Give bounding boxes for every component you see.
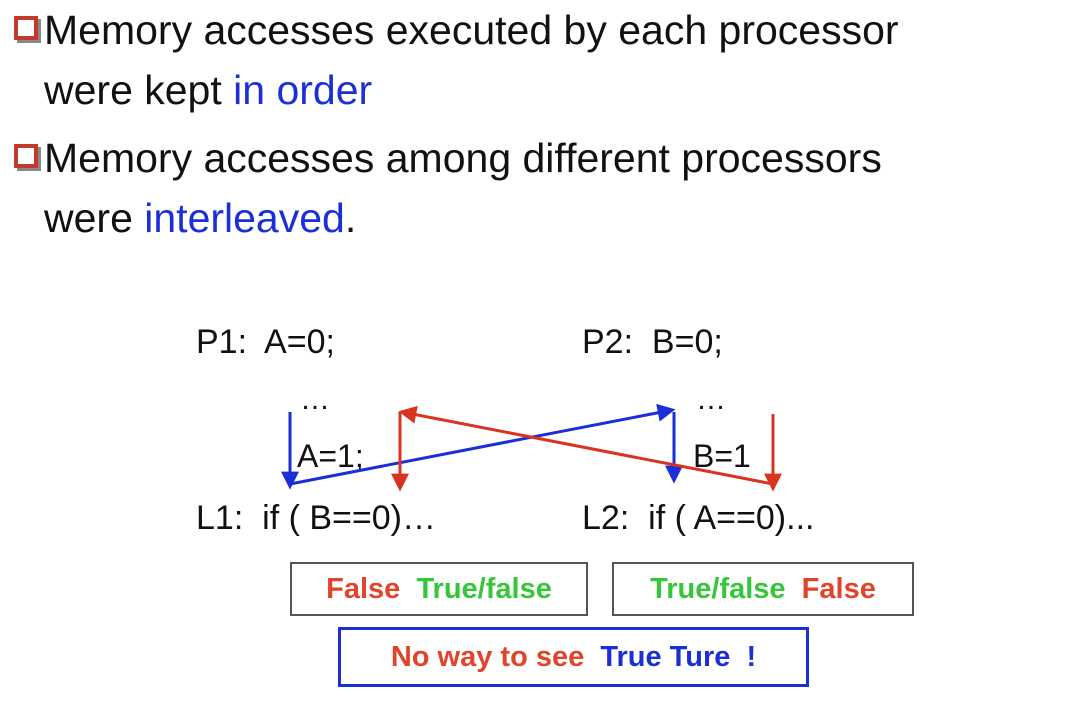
p1-result-truefalse: True/false [416,572,552,605]
p1-result-false: False [326,572,401,605]
conclusion-box: No way to see True Ture ! [338,627,809,687]
p2-result-truefalse: True/false [650,572,786,605]
red-arrow-cross [398,405,774,486]
conclusion-red-text: No way to see [390,640,585,673]
p2-result-box: True/false False [612,562,914,616]
p2-result-false: False [801,572,876,605]
p1-result-box: False True/false [290,562,588,616]
blue-arrow-cross [289,403,676,486]
conclusion-blue-text: True Ture ! [600,640,757,673]
